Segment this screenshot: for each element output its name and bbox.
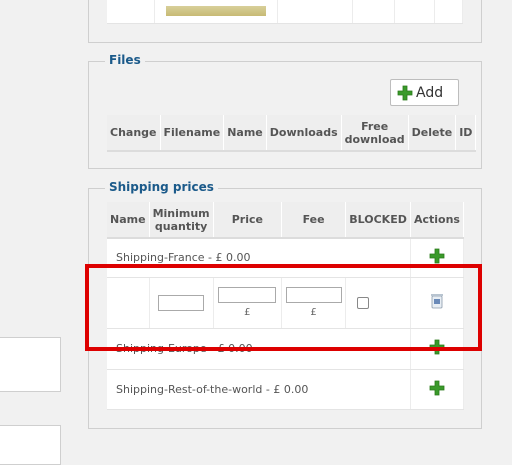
min-quantity-input[interactable] [158,294,205,311]
files-legend: Files [105,53,145,67]
trash-icon[interactable] [430,293,443,309]
col-price: Price [213,202,283,239]
col-min-qty: Minimum quantity [149,202,214,239]
shipping-row: Shipping-France - £ 0.00 [107,238,465,278]
shipping-panel: Shipping prices Name Minimum quantity Pr… [88,180,482,429]
shipping-edit-row: £ £ [107,277,465,329]
product-thumbnail [166,5,267,16]
col-name: Name [223,115,267,152]
col-ship-name: Name [107,202,150,239]
col-actions: Actions [410,202,465,239]
col-downloads: Downloads [266,115,342,152]
col-fee: Fee [281,202,347,239]
price-currency: £ [244,307,251,318]
green-plus-icon[interactable] [429,248,445,264]
fee-input[interactable] [285,287,342,303]
files-table: Change Filename Name Downloads Free down… [107,115,477,152]
green-plus-icon[interactable] [429,380,445,396]
green-plus-icon[interactable] [429,339,445,355]
images-panel [88,0,482,43]
left-panel-box-top [0,337,61,392]
col-free-download: Free download [341,115,409,152]
add-file-label: Add [416,84,444,101]
left-panel-box-bottom [0,425,61,465]
shipping-row-label: Shipping-France - £ 0.00 [116,251,251,265]
shipping-table: Name Minimum quantity Price Fee BLOCKED … [107,202,465,410]
green-plus-icon [397,85,413,100]
col-blocked: BLOCKED [345,202,411,239]
col-change: Change [107,115,161,152]
col-delete: Delete [408,115,457,152]
blocked-checkbox[interactable] [357,296,370,309]
col-id: ID [455,115,477,152]
images-table [107,0,463,24]
col-filename: Filename [160,115,225,152]
price-input[interactable] [218,287,277,303]
shipping-row: Shipping-Europe - £ 0.00 [107,328,465,370]
shipping-row-label: Shipping-Rest-of-the-world - £ 0.00 [116,382,309,396]
shipping-row: Shipping-Rest-of-the-world - £ 0.00 [107,369,465,410]
add-file-button[interactable]: Add [390,79,459,106]
shipping-row-label: Shipping-Europe - £ 0.00 [116,342,253,355]
shipping-legend: Shipping prices [105,180,218,194]
fee-currency: £ [310,307,317,318]
files-panel: Files Add Change Filename Name Downloads… [88,53,482,169]
